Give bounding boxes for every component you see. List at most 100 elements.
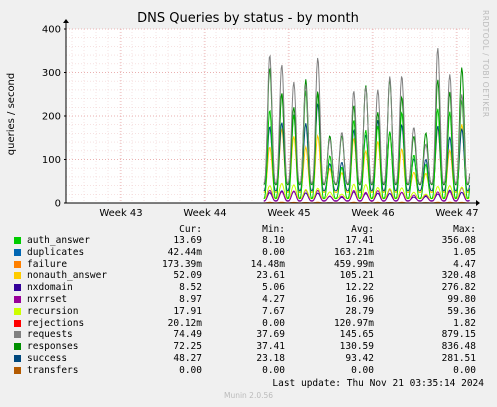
- legend-series-name: failure: [27, 258, 68, 270]
- munin-watermark: Munin 2.0.56: [223, 391, 274, 400]
- legend-item: nonauth_answer 52.09 23.61 105.21 320.48: [14, 270, 484, 281]
- legend-item: transfers 0.00 0.00 0.00 0.00: [14, 365, 484, 376]
- legend-swatch: [14, 307, 21, 315]
- legend-swatch: [14, 319, 21, 327]
- y-tick-label: 100: [42, 155, 61, 166]
- y-tick-label: 0: [55, 199, 61, 210]
- legend-max: 1.05: [453, 246, 476, 258]
- legend-min: 0.00: [262, 364, 285, 376]
- last-update: Last update: Thu Nov 21 03:35:14 2024: [272, 378, 484, 389]
- legend-swatch: [14, 296, 21, 303]
- legend-item: nxrrset 8.97 4.27 16.96 99.80: [14, 294, 484, 305]
- legend-max: 281.51: [441, 353, 476, 364]
- legend-swatch: [14, 248, 21, 256]
- legend-series-name: nxdomain: [27, 282, 73, 294]
- legend-avg: 0.00: [351, 364, 374, 376]
- legend-item: success 48.27 23.18 93.42 281.51: [14, 353, 484, 364]
- x-tick-label: Week 44: [183, 208, 226, 219]
- legend-avg: 16.96: [345, 294, 374, 305]
- legend-series-name: duplicates: [27, 246, 85, 258]
- legend-swatch: [14, 355, 21, 362]
- legend-min: 4.27: [262, 294, 285, 305]
- legend-cur: 8.52: [179, 282, 202, 294]
- y-tick-label: 300: [42, 68, 61, 79]
- legend-max: 59.36: [447, 305, 476, 317]
- legend-swatch: [14, 284, 21, 292]
- legend-min: 7.67: [262, 305, 285, 317]
- header-avg: Avg:: [351, 224, 374, 235]
- header-max: Max:: [453, 224, 476, 235]
- legend-cur: 17.91: [173, 305, 202, 317]
- legend-cur: 20.12m: [167, 317, 202, 329]
- legend-max: 879.15: [441, 329, 476, 341]
- legend-series-name: success: [27, 353, 68, 364]
- x-tick-label: Week 46: [351, 208, 394, 219]
- legend-series-name: auth_answer: [27, 235, 90, 246]
- legend-avg: 105.21: [339, 270, 374, 282]
- y-axis-arrow: [63, 19, 69, 23]
- legend-swatch: [14, 272, 21, 280]
- legend-series-name: nonauth_answer: [27, 270, 108, 282]
- legend-cur: 42.44m: [167, 246, 202, 258]
- legend-item: responses 72.25 37.41 130.59 836.48: [14, 341, 484, 352]
- header-min: Min:: [262, 224, 285, 235]
- legend-max: 4.47: [453, 258, 476, 270]
- header-cur: Cur:: [179, 224, 202, 235]
- legend-min: 5.06: [262, 282, 285, 294]
- legend-min: 37.41: [256, 341, 285, 353]
- legend-item: recursion 17.91 7.67 28.79 59.36: [14, 306, 484, 317]
- legend-item: failure 173.39m 14.48m 459.99m 4.47: [14, 259, 484, 270]
- legend-series-name: recursion: [27, 305, 79, 317]
- legend-series-name: rejections: [27, 317, 85, 329]
- y-axis-label: queries / second: [6, 73, 17, 155]
- legend-max: 99.80: [447, 294, 476, 305]
- legend-max: 356.08: [441, 235, 476, 246]
- chart-title: DNS Queries by status - by month: [137, 11, 359, 26]
- legend-item: duplicates 42.44m 0.00 163.21m 1.05: [14, 247, 484, 258]
- legend-item: auth_answer 13.69 8.10 17.41 356.08: [14, 235, 484, 246]
- legend-max: 276.82: [441, 282, 476, 294]
- x-tick-label: Week 45: [267, 208, 310, 219]
- legend-min: 14.48m: [250, 258, 285, 270]
- legend-swatch: [14, 331, 21, 339]
- legend-min: 0.00: [262, 246, 285, 258]
- legend-avg: 120.97m: [333, 317, 374, 329]
- legend-series-name: nxrrset: [27, 294, 68, 305]
- legend-max: 0.00: [453, 364, 476, 376]
- y-tick-label: 200: [42, 112, 61, 123]
- legend-swatch: [14, 343, 21, 351]
- legend-cur: 52.09: [173, 270, 202, 282]
- legend-max: 320.48: [441, 270, 476, 282]
- legend-swatch: [14, 366, 21, 374]
- legend-avg: 28.79: [345, 305, 374, 317]
- legend-series-name: responses: [27, 341, 79, 353]
- y-tick-label: 400: [42, 25, 61, 36]
- legend-series-name: requests: [27, 329, 73, 341]
- legend-swatch: [14, 237, 21, 244]
- legend-max: 1.82: [453, 317, 476, 329]
- legend-cur: 48.27: [173, 353, 202, 364]
- legend-min: 23.61: [256, 270, 285, 282]
- x-axis-arrow: [476, 200, 480, 206]
- legend-cur: 8.97: [179, 294, 202, 305]
- legend-min: 8.10: [262, 235, 285, 246]
- legend-cur: 74.49: [173, 329, 202, 341]
- legend-item: nxdomain 8.52 5.06 12.22 276.82: [14, 282, 484, 293]
- legend-swatch: [14, 260, 21, 268]
- legend-cur: 13.69: [173, 235, 202, 246]
- legend-avg: 459.99m: [333, 258, 374, 270]
- legend-item: rejections 20.12m 0.00 120.97m 1.82: [14, 318, 484, 329]
- rrdtool-credit: RRDTOOL / TOBI OETIKER: [481, 10, 490, 118]
- legend-cur: 72.25: [173, 341, 202, 353]
- legend-cur: 0.00: [179, 364, 202, 376]
- legend-cur: 173.39m: [161, 258, 202, 270]
- legend-max: 836.48: [441, 341, 476, 353]
- x-tick-label: Week 43: [99, 208, 142, 219]
- legend-avg: 145.65: [339, 329, 374, 341]
- legend-avg: 130.59: [339, 341, 374, 353]
- legend-series-name: transfers: [27, 364, 79, 376]
- legend-item: requests 74.49 37.69 145.65 879.15: [14, 329, 484, 340]
- legend-avg: 17.41: [345, 235, 374, 246]
- legend-avg: 12.22: [345, 282, 374, 294]
- legend-avg: 93.42: [345, 353, 374, 364]
